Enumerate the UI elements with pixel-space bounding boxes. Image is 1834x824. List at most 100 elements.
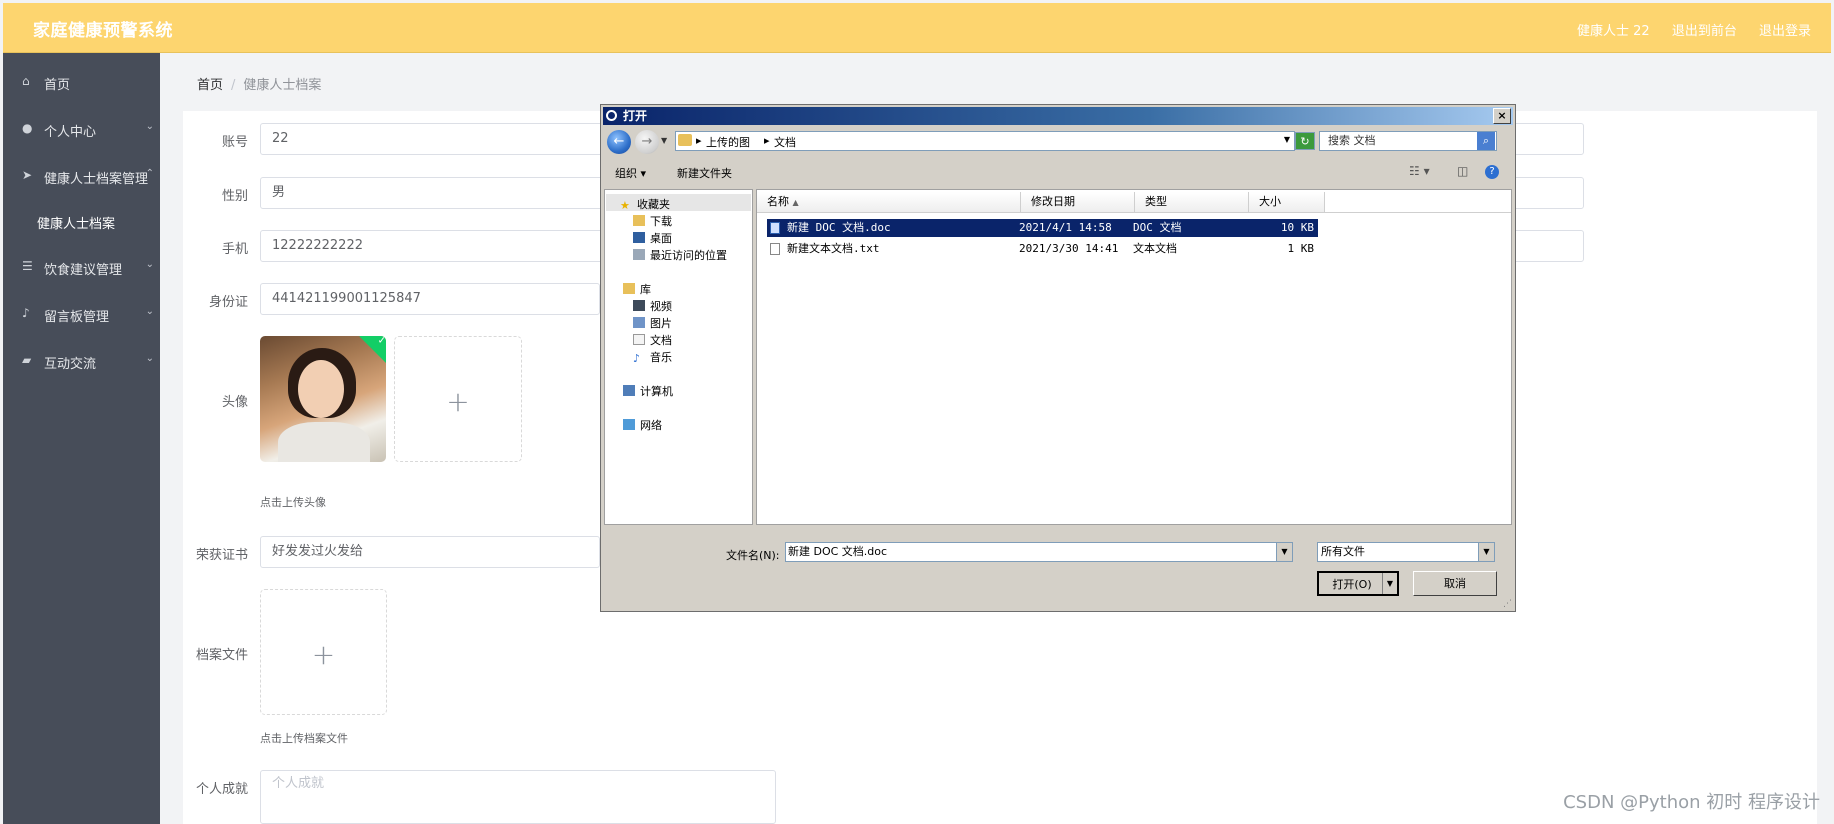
award-input[interactable]: 好发发过火发给: [260, 536, 600, 568]
sidebar-item-personal-center[interactable]: ● 个人中心 ⌄: [3, 106, 160, 153]
top-links: 健康人士 22 退出到前台 退出登录: [1559, 20, 1811, 39]
tree-label: 桌面: [650, 232, 672, 245]
idcard-input[interactable]: 441421199001125847: [260, 283, 600, 315]
sidebar-item-home[interactable]: ⌂ 首页: [3, 59, 160, 106]
open-button[interactable]: 打开(O) ▼: [1317, 571, 1399, 596]
sidebar-item-label: 留言板管理: [44, 310, 110, 325]
computer-icon: [623, 385, 635, 396]
refresh-button[interactable]: ↻: [1295, 132, 1315, 150]
tree-favorites[interactable]: ★ 收藏夹: [620, 196, 670, 212]
sidebar-item-interaction[interactable]: ▰ 互动交流 ⌄: [3, 338, 160, 385]
sort-ascending-icon: ▲: [792, 198, 799, 207]
tree-libraries[interactable]: 库: [623, 281, 651, 297]
tree-pictures[interactable]: 图片: [633, 315, 672, 331]
archive-file-upload-hint: 点击上传档案文件: [260, 732, 348, 745]
achievement-textarea[interactable]: 个人成就: [260, 770, 776, 824]
sidebar-subitem-health-archive[interactable]: 健康人士档案: [3, 200, 160, 244]
plus-icon: +: [311, 638, 336, 671]
column-header-type[interactable]: 类型: [1135, 192, 1249, 212]
tree-label: 图片: [650, 317, 672, 330]
dialog-title: 打开: [623, 109, 648, 123]
tree-recent[interactable]: 最近访问的位置: [633, 247, 727, 263]
tree-label: 最近访问的位置: [650, 249, 727, 262]
tree-music[interactable]: ♪ 音乐: [633, 349, 672, 365]
column-header-modified[interactable]: 修改日期: [1021, 192, 1135, 212]
recent-places-icon: [633, 249, 645, 260]
logout-link[interactable]: 退出登录: [1759, 24, 1811, 39]
file-size: 10 KB: [1280, 221, 1314, 234]
file-row[interactable]: 新建 DOC 文档.doc 2021/4/1 14:58 DOC 文档 10 K…: [767, 219, 1318, 237]
history-dropdown-icon[interactable]: ▼: [661, 136, 667, 145]
sliders-icon: ☰: [22, 259, 33, 273]
sidebar-item-label: 首页: [44, 78, 71, 93]
filename-input[interactable]: 新建 DOC 文档.doc ▼: [785, 542, 1293, 562]
view-options-icon[interactable]: ☷ ▾: [1409, 164, 1430, 178]
doc-file-icon: [770, 222, 780, 234]
tree-documents[interactable]: 文档: [633, 332, 672, 348]
new-folder-button[interactable]: 新建文件夹: [677, 165, 732, 181]
mic-icon: ♪: [22, 306, 30, 320]
close-button[interactable]: ×: [1493, 108, 1511, 124]
tree-label: 视频: [650, 300, 672, 313]
filetype-select[interactable]: 所有文件 ▼: [1317, 542, 1495, 562]
filetype-dropdown-icon[interactable]: ▼: [1478, 543, 1494, 561]
dialog-app-icon: [606, 110, 617, 121]
path-segment[interactable]: 上传的图: [706, 134, 750, 150]
search-icon[interactable]: ⌕: [1477, 132, 1495, 150]
tree-network[interactable]: 网络: [623, 417, 662, 433]
cancel-button[interactable]: 取消: [1413, 571, 1497, 596]
column-header-name[interactable]: 名称 ▲: [757, 192, 1021, 212]
tree-videos[interactable]: 视频: [633, 298, 672, 314]
tree-desktop[interactable]: 桌面: [633, 230, 672, 246]
sidebar-item-label: 健康人士档案: [37, 217, 116, 232]
back-button[interactable]: ←: [607, 130, 631, 154]
tree-label: 文档: [650, 334, 672, 347]
preview-pane-icon[interactable]: ◫: [1457, 164, 1468, 178]
home-icon: ⌂: [22, 74, 30, 88]
organize-button[interactable]: 组织 ▾: [615, 165, 646, 181]
breadcrumb-home[interactable]: 首页: [197, 78, 223, 93]
dialog-toolbar: 组织 ▾ 新建文件夹 ☷ ▾ ◫ ?: [603, 159, 1513, 185]
tree-label: 下载: [650, 215, 672, 228]
filename-dropdown-icon[interactable]: ▼: [1276, 543, 1292, 561]
column-header-size[interactable]: 大小: [1249, 192, 1325, 212]
tree-computer[interactable]: 计算机: [623, 383, 673, 399]
sidebar-item-archive-management[interactable]: ➤ 健康人士档案管理 ⌃: [3, 153, 160, 200]
network-icon: [623, 419, 635, 430]
tree-label: 收藏夹: [637, 198, 670, 211]
sidebar-item-label: 个人中心: [44, 125, 97, 140]
file-row[interactable]: 新建文本文档.txt 2021/3/30 14:41 文本文档 1 KB: [767, 240, 1318, 258]
open-file-dialog: 打开 × ← → ▼ ▸ 上传的图 ▸ 文档 ▼ ↻ 搜索 文档 ⌕ 组织 ▾ …: [600, 104, 1516, 612]
breadcrumb: 首页 / 健康人士档案: [197, 74, 321, 93]
user-label: 健康人士 22: [1577, 24, 1650, 39]
chevron-down-icon: ⌄: [145, 259, 154, 270]
tree-downloads[interactable]: 下载: [633, 213, 672, 229]
to-frontend-link[interactable]: 退出到前台: [1672, 24, 1737, 39]
address-dropdown-icon[interactable]: ▼: [1284, 135, 1290, 144]
file-name: 新建文本文档.txt: [787, 242, 880, 255]
resize-grip-icon[interactable]: ⋰: [1503, 599, 1513, 609]
archive-file-upload-box[interactable]: +: [260, 589, 387, 715]
address-bar[interactable]: ▸ 上传的图 ▸ 文档 ▼: [675, 131, 1295, 151]
uploaded-check-badge: ✓: [359, 336, 386, 365]
avatar-image[interactable]: ✓: [260, 336, 386, 462]
help-icon[interactable]: ?: [1485, 165, 1499, 179]
path-segment[interactable]: 文档: [774, 134, 796, 150]
dialog-title-bar[interactable]: 打开 ×: [603, 107, 1513, 125]
desktop-icon: [633, 232, 645, 243]
filename-value: 新建 DOC 文档.doc: [788, 545, 888, 558]
sidebar-item-label: 饮食建议管理: [44, 263, 123, 278]
avatar-upload-box[interactable]: +: [394, 336, 522, 462]
sidebar-item-message-board[interactable]: ♪ 留言板管理 ⌄: [3, 291, 160, 338]
search-input[interactable]: 搜索 文档: [1319, 131, 1497, 151]
send-icon: ➤: [22, 168, 33, 182]
check-icon: ✓: [377, 336, 386, 347]
navigation-pane: ★ 收藏夹 下载 桌面 最近访问的位置 库 视频 图片 文档 ♪ 音乐 计算机 网络: [604, 189, 753, 525]
sidebar-item-diet-advice[interactable]: ☰ 饮食建议管理 ⌄: [3, 244, 160, 291]
video-icon: [633, 300, 645, 311]
forward-button[interactable]: →: [635, 130, 659, 154]
avatar-label: 头像: [221, 395, 248, 410]
file-size: 1 KB: [1287, 242, 1315, 255]
open-split-dropdown-icon[interactable]: ▼: [1382, 573, 1397, 594]
download-folder-icon: [633, 215, 645, 226]
